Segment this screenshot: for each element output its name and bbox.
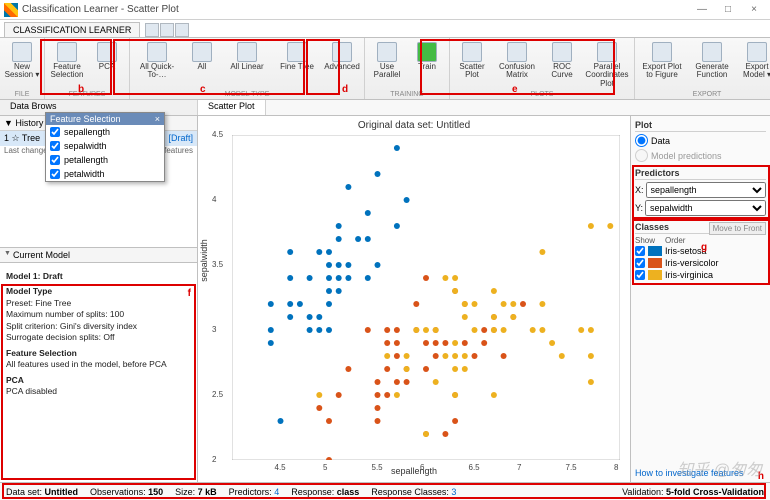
pca-button[interactable]: PCA xyxy=(87,40,127,91)
parallel-icon xyxy=(377,42,397,62)
model-fine-tree-button[interactable]: Fine Tree xyxy=(272,40,322,91)
annotation-h: h xyxy=(758,471,764,482)
matlab-logo-icon xyxy=(4,3,18,17)
right-panel: Plot Data Model predictions Predictors X… xyxy=(630,116,770,482)
class-row[interactable]: Iris-versicolor xyxy=(635,257,766,269)
chart-title: Original data set: Untitled xyxy=(198,116,630,131)
scatter-icon xyxy=(462,42,482,62)
current-model-header[interactable]: Current Model xyxy=(0,247,197,263)
pca-icon xyxy=(97,42,117,62)
export-fig-icon xyxy=(652,42,672,62)
play-icon xyxy=(417,42,437,62)
class-row[interactable]: Iris-virginica xyxy=(635,269,766,281)
y-predictor-select[interactable]: sepalwidth xyxy=(645,200,766,216)
feature-checkbox-row[interactable]: petallength xyxy=(46,153,164,167)
current-model-body: Model 1: Draft Model Type Preset: Fine T… xyxy=(0,263,197,482)
tab-scatter-plot[interactable]: Scatter Plot xyxy=(198,100,266,115)
checklist-icon xyxy=(57,42,77,62)
feature-checkbox[interactable] xyxy=(50,169,60,179)
qat-icon[interactable] xyxy=(145,23,159,37)
train-button[interactable]: Train xyxy=(407,40,447,91)
code-icon xyxy=(702,42,722,62)
class-swatch xyxy=(648,258,662,268)
predictors-header: Predictors xyxy=(635,168,766,180)
gear-icon xyxy=(332,42,352,62)
annotation-e: e xyxy=(512,84,518,95)
generate-function-button[interactable]: Generate Function xyxy=(687,40,737,91)
class-checkbox[interactable] xyxy=(635,246,645,256)
popup-title: Feature Selection xyxy=(50,114,121,124)
gallery-icon xyxy=(147,42,167,62)
group-label-features: FEATURES xyxy=(47,91,127,99)
class-checkbox[interactable] xyxy=(635,270,645,280)
export-icon xyxy=(747,42,767,62)
gallery-icon xyxy=(287,42,307,62)
close-button[interactable]: × xyxy=(742,2,766,18)
annotation-f: f xyxy=(188,287,191,301)
classes-header: ClassesMove to Front xyxy=(635,222,766,234)
class-swatch xyxy=(648,246,662,256)
parallel-lines-icon xyxy=(597,42,617,62)
annotation-c: c xyxy=(200,84,206,95)
scatter-plot-button[interactable]: Scatter Plot xyxy=(452,40,492,91)
help-link[interactable]: How to investigate features xyxy=(635,468,766,478)
annotation-b: b xyxy=(78,84,84,95)
roc-curve-button[interactable]: ROC Curve xyxy=(542,40,582,91)
file-plus-icon xyxy=(12,42,32,62)
gallery-icon xyxy=(237,42,257,62)
feature-checkbox[interactable] xyxy=(50,155,60,165)
model-all-quick-button[interactable]: All Quick-To-… xyxy=(132,40,182,91)
ribbon-tab-classification[interactable]: CLASSIFICATION LEARNER xyxy=(4,22,140,37)
annotation-d: d xyxy=(342,84,348,95)
x-predictor-select[interactable]: sepallength xyxy=(646,182,766,198)
new-session-button[interactable]: New Session ▾ xyxy=(2,40,42,91)
qat-icon[interactable] xyxy=(160,23,174,37)
window-title: Classification Learner - Scatter Plot xyxy=(22,4,690,15)
toolstrip: New Session ▾ FILE Feature Selection PCA… xyxy=(0,38,770,100)
class-checkbox[interactable] xyxy=(635,258,645,268)
model-all-linear-button[interactable]: All Linear xyxy=(222,40,272,91)
export-model-button[interactable]: Export Model ▾ xyxy=(737,40,770,91)
minimize-button[interactable]: — xyxy=(690,2,714,18)
move-to-front-button[interactable]: Move to Front xyxy=(709,222,766,235)
annotation-g: g xyxy=(701,242,707,253)
status-bar: Data set: Untitled Observations: 150 Siz… xyxy=(0,482,770,500)
use-parallel-button[interactable]: Use Parallel xyxy=(367,40,407,91)
ribbon-tab-row: CLASSIFICATION LEARNER xyxy=(0,20,770,38)
scatter-plot-panel: Original data set: Untitled sepalwidth 4… xyxy=(198,116,630,482)
parallel-coords-button[interactable]: Parallel Coordinates Plot xyxy=(582,40,632,91)
maximize-button[interactable]: □ xyxy=(716,2,740,18)
radio-model-pred xyxy=(635,149,648,162)
gallery-icon xyxy=(192,42,212,62)
left-panel: ▼ History 1 ☆ Tree [Draft] Last change 4… xyxy=(0,116,198,482)
feature-selection-popup: Feature Selection × sepallengthsepalwidth… xyxy=(45,112,165,182)
plot-panel-header: Plot xyxy=(635,120,766,132)
matrix-icon xyxy=(507,42,527,62)
group-label-modeltype: MODEL TYPE xyxy=(132,91,362,99)
feature-checkbox-row[interactable]: sepallength xyxy=(46,125,164,139)
feature-checkbox[interactable] xyxy=(50,141,60,151)
titlebar: Classification Learner - Scatter Plot — … xyxy=(0,0,770,20)
radio-data[interactable] xyxy=(635,134,648,147)
feature-checkbox[interactable] xyxy=(50,127,60,137)
group-label-training: TRAINING xyxy=(367,91,447,99)
feature-checkbox-row[interactable]: petalwidth xyxy=(46,167,164,181)
group-label-export: EXPORT xyxy=(637,91,770,99)
chart-canvas[interactable]: sepalwidth 4.555.566.577.5822.533.544.5 xyxy=(232,135,620,460)
export-figure-button[interactable]: Export Plot to Figure xyxy=(637,40,687,91)
group-label-file: FILE xyxy=(2,91,42,99)
feature-checkbox-row[interactable]: sepalwidth xyxy=(46,139,164,153)
popup-close-icon[interactable]: × xyxy=(155,114,160,124)
qat-icon[interactable] xyxy=(175,23,189,37)
roc-icon xyxy=(552,42,572,62)
y-axis-label: sepalwidth xyxy=(199,239,209,282)
class-swatch xyxy=(648,270,662,280)
group-label-plots: PLOTS xyxy=(452,91,632,99)
